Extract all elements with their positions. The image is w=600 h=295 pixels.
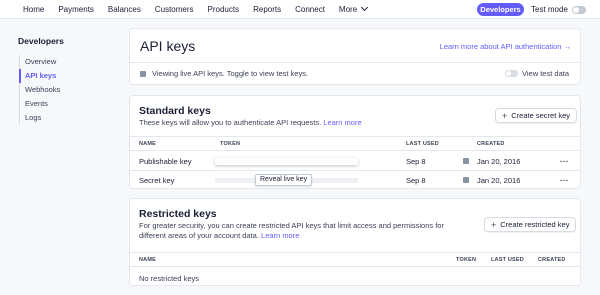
nav-customers[interactable]: Customers xyxy=(148,0,201,19)
toggle-switch-icon[interactable] xyxy=(571,5,586,14)
live-keys-notice: Viewing live API keys. Toggle to view te… xyxy=(140,69,308,78)
column-header-name: NAME xyxy=(139,257,156,263)
sidebar-title: Developers xyxy=(18,36,64,46)
standard-keys-subtitle: These keys will allow you to authenticat… xyxy=(139,118,362,127)
standard-keys-title: Standard keys xyxy=(139,105,211,117)
test-mode-label: Test mode xyxy=(531,5,568,14)
info-icon xyxy=(140,70,146,77)
api-keys-header-card: API keys Learn more about API authentica… xyxy=(129,28,581,85)
table-row: Secret key Reveal live key Sep 8 Jan 20,… xyxy=(130,171,580,190)
sidebar-item-overview[interactable]: Overview xyxy=(20,55,118,69)
sidebar-links: Overview API keys Webhooks Events Logs xyxy=(19,55,118,125)
table-row: Publishable key Sep 8 Jan 20, 2016 ··· xyxy=(130,152,580,171)
chevron-down-icon xyxy=(361,3,369,12)
standard-keys-table-header: NAME TOKEN LAST USED CREATED xyxy=(130,136,580,151)
create-restricted-key-button[interactable]: + Create restricted key xyxy=(484,217,577,232)
page-title: API keys xyxy=(140,38,196,54)
restricted-keys-table-header: NAME TOKEN LAST USED CREATED xyxy=(130,252,580,267)
create-restricted-key-label: Create restricted key xyxy=(500,220,570,229)
standard-keys-card: Standard keys These keys will allow you … xyxy=(129,95,581,189)
nav-balances[interactable]: Balances xyxy=(101,0,148,19)
created-date: Jan 20, 2016 xyxy=(477,176,521,185)
restricted-keys-title: Restricted keys xyxy=(139,208,217,220)
sidebar: Developers Overview API keys Webhooks Ev… xyxy=(18,36,118,125)
more-options-icon[interactable]: ··· xyxy=(560,171,569,190)
column-header-name: NAME xyxy=(139,141,156,147)
info-icon xyxy=(463,158,469,164)
nav-more[interactable]: More xyxy=(332,0,374,19)
sidebar-item-logs[interactable]: Logs xyxy=(20,111,118,125)
column-header-token: TOKEN xyxy=(220,141,241,147)
nav-more-label: More xyxy=(338,4,358,14)
live-keys-notice-text: Viewing live API keys. Toggle to view te… xyxy=(152,69,309,78)
sidebar-item-webhooks[interactable]: Webhooks xyxy=(20,83,118,97)
key-name: Secret key xyxy=(139,176,175,185)
last-used-date: Sep 8 xyxy=(406,157,426,166)
toggle-switch-icon[interactable] xyxy=(505,70,519,77)
restricted-keys-learn-more-link[interactable]: Learn more xyxy=(261,231,299,240)
created-date: Jan 20, 2016 xyxy=(477,157,521,166)
plus-icon: + xyxy=(491,219,497,230)
nav-products[interactable]: Products xyxy=(201,0,247,19)
empty-state-text: No restricted keys xyxy=(139,274,200,283)
last-used-date: Sep 8 xyxy=(406,176,426,185)
info-icon xyxy=(463,177,469,183)
nav-reports[interactable]: Reports xyxy=(246,0,288,19)
sidebar-item-api-keys[interactable]: API keys xyxy=(19,69,118,83)
column-header-created: CREATED xyxy=(538,257,566,263)
nav-connect[interactable]: Connect xyxy=(288,0,332,19)
more-options-icon[interactable]: ··· xyxy=(560,152,569,171)
publishable-key-token[interactable] xyxy=(215,158,358,165)
column-header-created: CREATED xyxy=(477,141,505,147)
test-mode-toggle[interactable]: Test mode xyxy=(531,3,586,16)
nav-payments[interactable]: Payments xyxy=(51,0,101,19)
developers-button[interactable]: Developers xyxy=(477,3,524,16)
create-secret-key-label: Create secret key xyxy=(511,111,571,120)
column-header-token: TOKEN xyxy=(456,257,477,263)
view-test-data-toggle[interactable]: View test data xyxy=(505,69,569,78)
reveal-live-key-button[interactable]: Reveal live key xyxy=(255,174,313,186)
nav-home[interactable]: Home xyxy=(0,0,51,19)
view-test-data-label: View test data xyxy=(522,69,569,78)
learn-api-auth-link[interactable]: Learn more about API authentication → xyxy=(440,42,571,51)
create-secret-key-button[interactable]: + Create secret key xyxy=(495,108,578,123)
key-name: Publishable key xyxy=(139,157,192,166)
restricted-keys-subtitle: For greater security, you can create res… xyxy=(139,221,469,241)
column-header-last-used: LAST USED xyxy=(491,257,524,263)
restricted-keys-card: Restricted keys For greater security, yo… xyxy=(129,198,581,286)
standard-keys-learn-more-link[interactable]: Learn more xyxy=(323,118,361,127)
plus-icon: + xyxy=(502,110,508,121)
divider xyxy=(130,62,580,63)
standard-keys-description: These keys will allow you to authenticat… xyxy=(139,118,322,127)
sidebar-item-events[interactable]: Events xyxy=(20,97,118,111)
column-header-last-used: LAST USED xyxy=(406,141,439,147)
